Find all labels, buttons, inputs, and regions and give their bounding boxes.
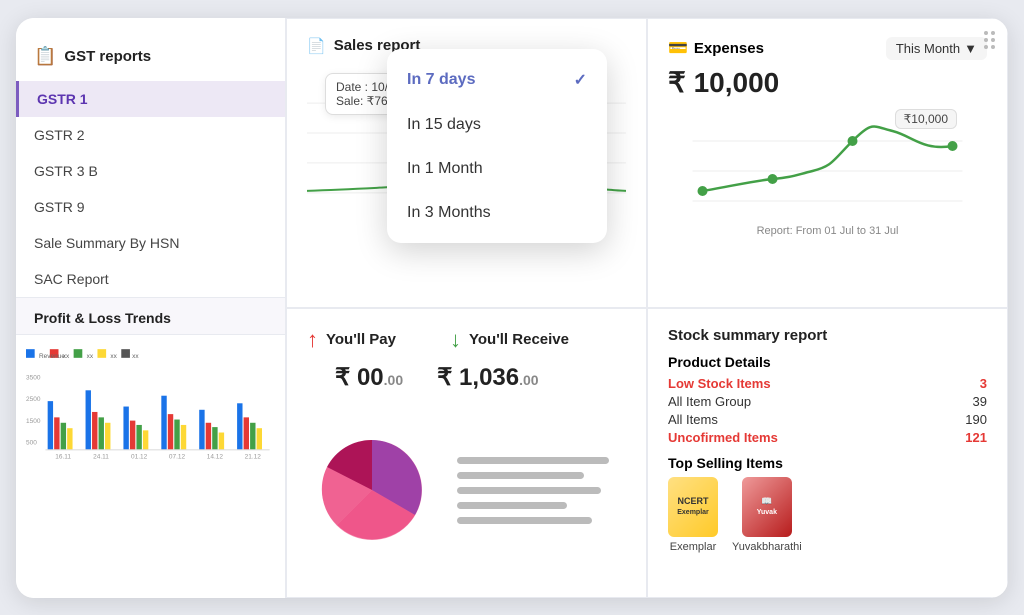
dropdown-item-3months[interactable]: In 3 Months: [387, 191, 607, 235]
svg-text:16.11: 16.11: [55, 453, 71, 460]
stock-panel: Stock summary report Product Details Low…: [647, 308, 1008, 598]
svg-text:xx: xx: [63, 352, 70, 359]
sidebar-item-gstr9[interactable]: GSTR 9: [16, 189, 285, 225]
svg-text:xx: xx: [132, 352, 139, 359]
sales-panel: 📄 Sales report Date : 10/07/2024 Sale: ₹…: [286, 18, 647, 308]
stock-title: Stock summary report: [668, 327, 987, 344]
sales-icon: 📄: [307, 37, 326, 55]
sidebar-item-gstr2[interactable]: GSTR 2: [16, 117, 285, 153]
expenses-badge: ₹10,000: [895, 109, 957, 129]
svg-text:xx: xx: [87, 352, 94, 359]
dropdown-item-1month[interactable]: In 1 Month: [387, 147, 607, 191]
sidebar: 📋 GST reports GSTR 1 GSTR 2 GSTR 3 B GST…: [16, 18, 286, 598]
dropdown-item-7days[interactable]: In 7 days ✓: [387, 57, 607, 103]
top-item-yuvak: 📖 Yuvak Yuvakbharathi: [732, 477, 802, 553]
svg-text:2500: 2500: [26, 396, 41, 403]
expenses-left: 💳 Expenses: [668, 38, 764, 58]
svg-text:14.12: 14.12: [207, 453, 224, 460]
svg-text:xx: xx: [110, 352, 117, 359]
stock-row-low: Low Stock Items 3: [668, 376, 987, 391]
main-container: 📋 GST reports GSTR 1 GSTR 2 GSTR 3 B GST…: [16, 18, 1008, 598]
svg-text:01.12: 01.12: [131, 453, 148, 460]
sidebar-title: GST reports: [64, 48, 151, 65]
time-range-dropdown[interactable]: In 7 days ✓ In 15 days In 1 Month In 3 M…: [387, 49, 607, 243]
sidebar-pl-section: Profit & Loss Trends: [16, 297, 285, 335]
yuvak-img: 📖 Yuvak: [742, 477, 792, 537]
amounts-row: ₹ 00.00 ₹ 1,036.00: [307, 363, 626, 392]
stock-row-items: All Items 190: [668, 412, 987, 427]
svg-text:Revenue: Revenue: [39, 352, 65, 359]
pay-receive-panel: ↑ You'll Pay ↓ You'll Receive ₹ 00.00 ₹ …: [286, 308, 647, 598]
pay-charts-row: [307, 402, 626, 579]
svg-text:24.11: 24.11: [93, 453, 109, 460]
expenses-title: Expenses: [694, 40, 764, 57]
expenses-report-range: Report: From 01 Jul to 31 Jul: [668, 225, 987, 237]
expenses-panel: 💳 Expenses This Month ▼ ₹ 10,000 ₹10,000: [647, 18, 1008, 308]
svg-text:1500: 1500: [26, 417, 41, 424]
payable-item: ↑ You'll Pay: [307, 327, 396, 353]
yuvak-book-icon: 📖 Yuvak: [742, 477, 792, 537]
svg-text:07.12: 07.12: [169, 453, 186, 460]
expenses-chart-area: ₹10,000: [668, 101, 987, 221]
dropdown-item-15days[interactable]: In 15 days: [387, 103, 607, 147]
check-icon: ✓: [574, 70, 587, 90]
sidebar-item-sac[interactable]: SAC Report: [16, 261, 285, 297]
line-3: [457, 487, 601, 494]
sidebar-item-hsn[interactable]: Sale Summary By HSN: [16, 225, 285, 261]
expenses-icon: 💳: [668, 38, 688, 58]
expenses-amount: ₹ 10,000: [668, 66, 987, 99]
this-month-button[interactable]: This Month ▼: [886, 37, 987, 60]
exemplar-img: NCERT Exemplar: [668, 477, 718, 537]
stock-row-group: All Item Group 39: [668, 394, 987, 409]
top-selling-title: Top Selling Items: [668, 455, 987, 471]
svg-text:21.12: 21.12: [245, 453, 262, 460]
chevron-down-icon: ▼: [964, 41, 977, 56]
pl-bar-chart: Revenue xx xx xx xx 3500 2500 1500 500: [26, 347, 275, 466]
receivable-amount: ₹ 1,036.00: [437, 363, 538, 392]
receivable-item: ↓ You'll Receive: [450, 327, 569, 353]
sidebar-header: 📋 GST reports: [16, 36, 285, 81]
pie-chart: [307, 425, 437, 555]
expenses-header-row: 💳 Expenses This Month ▼: [668, 37, 987, 60]
lines-area: [457, 447, 626, 534]
top-selling-items: NCERT Exemplar Exemplar 📖 Yuvak Yuvakbha…: [668, 477, 987, 553]
pl-chart-area: Revenue xx xx xx xx 3500 2500 1500 500: [16, 335, 285, 471]
line-4: [457, 502, 567, 509]
pay-receive-row: ↑ You'll Pay ↓ You'll Receive: [307, 327, 626, 353]
product-details-title: Product Details: [668, 354, 987, 370]
payable-amount: ₹ 00.00: [335, 363, 403, 392]
pay-arrow-icon: ↑: [307, 327, 318, 353]
receive-arrow-icon: ↓: [450, 327, 461, 353]
line-2: [457, 472, 584, 479]
svg-text:3500: 3500: [26, 374, 41, 381]
line-5: [457, 517, 592, 524]
expenses-dots-menu[interactable]: [984, 31, 995, 49]
ncert-book-icon: NCERT Exemplar: [668, 477, 718, 537]
top-item-exemplar: NCERT Exemplar Exemplar: [668, 477, 718, 553]
stock-row-unconfirmed: Uncofirmed Items 121: [668, 430, 987, 445]
sidebar-item-gstr3b[interactable]: GSTR 3 B: [16, 153, 285, 189]
line-1: [457, 457, 609, 464]
sidebar-item-gstr1[interactable]: GSTR 1: [16, 81, 285, 117]
gst-icon: 📋: [34, 46, 56, 67]
svg-text:500: 500: [26, 439, 37, 446]
